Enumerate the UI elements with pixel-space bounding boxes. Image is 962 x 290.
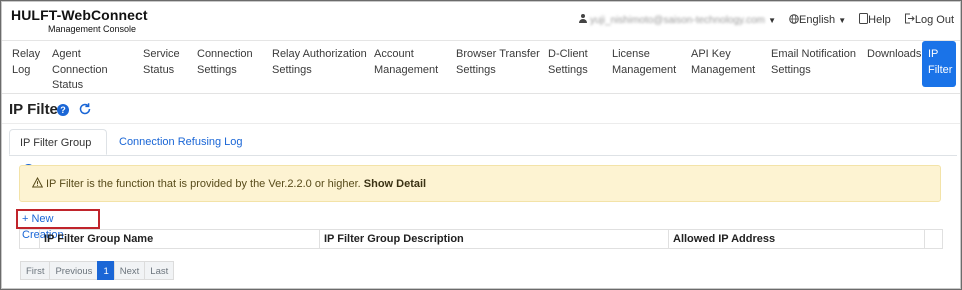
nav-browser-transfer-settings[interactable]: Browser Transfer Settings: [456, 47, 540, 78]
nav-label: Relay: [12, 48, 41, 60]
help-link[interactable]: Help: [859, 13, 891, 26]
user-email: yuji_nishimoto@saison-technology.com: [589, 14, 765, 26]
nav-connection-settings[interactable]: Connection Settings: [197, 47, 253, 78]
nav-label: Status: [143, 63, 175, 76]
logout-link[interactable]: Log Out: [904, 13, 954, 26]
nav-label: Downloads: [867, 48, 922, 60]
header: HULFT-WebConnect Management Console yuji…: [2, 2, 960, 40]
nav-label: Settings: [456, 63, 496, 76]
app-window: HULFT-WebConnect Management Console yuji…: [1, 1, 961, 289]
globe-icon: [789, 13, 799, 24]
nav-label: D-Client: [548, 48, 588, 60]
info-alert: IP Filter is the function that is provid…: [19, 165, 941, 202]
chevron-down-icon: ▼: [768, 15, 776, 25]
nav-d-client-settings[interactable]: D-Client Settings: [548, 47, 588, 78]
pagination: First Previous 1 Next Last: [20, 261, 175, 280]
column-header-group-name[interactable]: IP Filter Group Name: [39, 230, 319, 248]
pagination-last[interactable]: Last: [144, 261, 175, 280]
tab-connection-refusing-log[interactable]: Connection Refusing Log: [109, 129, 253, 155]
nav-label: Management: [691, 63, 756, 76]
nav-label: API Key: [691, 48, 731, 60]
pagination-first[interactable]: First: [20, 261, 51, 280]
nav-label: Email Notification: [771, 48, 856, 60]
tab-ip-filter-group[interactable]: IP Filter Group?: [9, 129, 107, 175]
refresh-icon[interactable]: [78, 102, 92, 116]
nav-label: Account: [374, 48, 414, 60]
nav-label: Relay Authorization: [272, 48, 367, 60]
nav-label: Agent: [52, 48, 81, 60]
brand-title: HULFT-WebConnect: [11, 7, 148, 23]
nav-label: Log: [12, 63, 31, 76]
actions-column-header: [924, 230, 942, 248]
warning-icon: [32, 177, 43, 188]
nav-email-notification-settings[interactable]: Email Notification Settings: [771, 47, 856, 78]
nav-relay-log[interactable]: Relay Log: [12, 47, 40, 78]
nav-service-status[interactable]: Service Status: [143, 47, 180, 78]
ip-filter-group-table: IP Filter Group Name IP Filter Group Des…: [19, 229, 943, 249]
new-creation-button[interactable]: + New Creation: [16, 209, 100, 241]
nav-label: Management: [374, 63, 439, 76]
nav-relay-authorization-settings[interactable]: Relay Authorization Settings: [272, 47, 367, 78]
nav-label: Status: [52, 79, 84, 91]
nav-label: Settings: [548, 63, 588, 76]
nav-label: Browser Transfer: [456, 48, 540, 60]
nav-label: Management: [612, 63, 677, 76]
chevron-down-icon: ▼: [838, 15, 847, 25]
pagination-current-page[interactable]: 1: [97, 261, 115, 280]
nav-ip-filter[interactable]: IP Filter: [922, 41, 957, 87]
tab-bar: IP Filter Group? Connection Refusing Log: [9, 129, 957, 175]
help-label: Help: [868, 14, 891, 26]
pagination-previous[interactable]: Previous: [49, 261, 99, 280]
nav-account-management[interactable]: Account Management: [374, 47, 438, 78]
nav-license-management[interactable]: License Management: [612, 47, 676, 78]
nav-label: Settings: [272, 63, 312, 76]
nav-label: Connection: [197, 48, 253, 60]
help-icon: [859, 13, 869, 24]
nav-label: Connection: [52, 63, 108, 76]
nav-label: Filter: [928, 63, 953, 76]
nav-label: License: [612, 48, 650, 60]
language-label: English: [799, 13, 836, 26]
nav-divider: [2, 93, 960, 94]
nav-agent-connection-status[interactable]: Agent Connection Status: [52, 47, 108, 94]
logout-icon: [904, 13, 915, 24]
page-title: IP Filter: [9, 101, 64, 118]
main-nav: Relay Log Agent Connection Status Service St…: [2, 40, 960, 94]
language-dropdown[interactable]: English ▼: [789, 14, 846, 26]
nav-label: Service: [143, 48, 180, 60]
user-menu: yuji_nishimoto@saison-technology.com ▼ E…: [578, 13, 960, 26]
account-dropdown[interactable]: yuji_nishimoto@saison-technology.com ▼: [578, 13, 776, 26]
nav-api-key-management[interactable]: API Key Management: [691, 47, 755, 78]
nav-label: IP: [928, 48, 939, 60]
pagination-next[interactable]: Next: [113, 261, 146, 280]
nav-downloads[interactable]: Downloads: [867, 47, 921, 63]
user-icon: [578, 13, 587, 23]
help-icon[interactable]: ?: [57, 104, 69, 116]
logout-label: Log Out: [914, 14, 954, 26]
nav-label: Settings: [197, 63, 237, 76]
column-header-group-description[interactable]: IP Filter Group Description: [319, 230, 668, 248]
brand-subtitle: Management Console: [48, 24, 137, 34]
column-header-allowed-ip[interactable]: Allowed IP Address: [668, 230, 924, 248]
alert-text: IP Filter is the function that is provid…: [46, 178, 361, 190]
title-divider: [2, 123, 960, 124]
select-column-header: [20, 230, 39, 248]
tab-label: IP Filter Group: [20, 137, 92, 149]
show-detail-link[interactable]: Show Detail: [364, 178, 426, 190]
nav-label: Settings: [771, 63, 811, 76]
